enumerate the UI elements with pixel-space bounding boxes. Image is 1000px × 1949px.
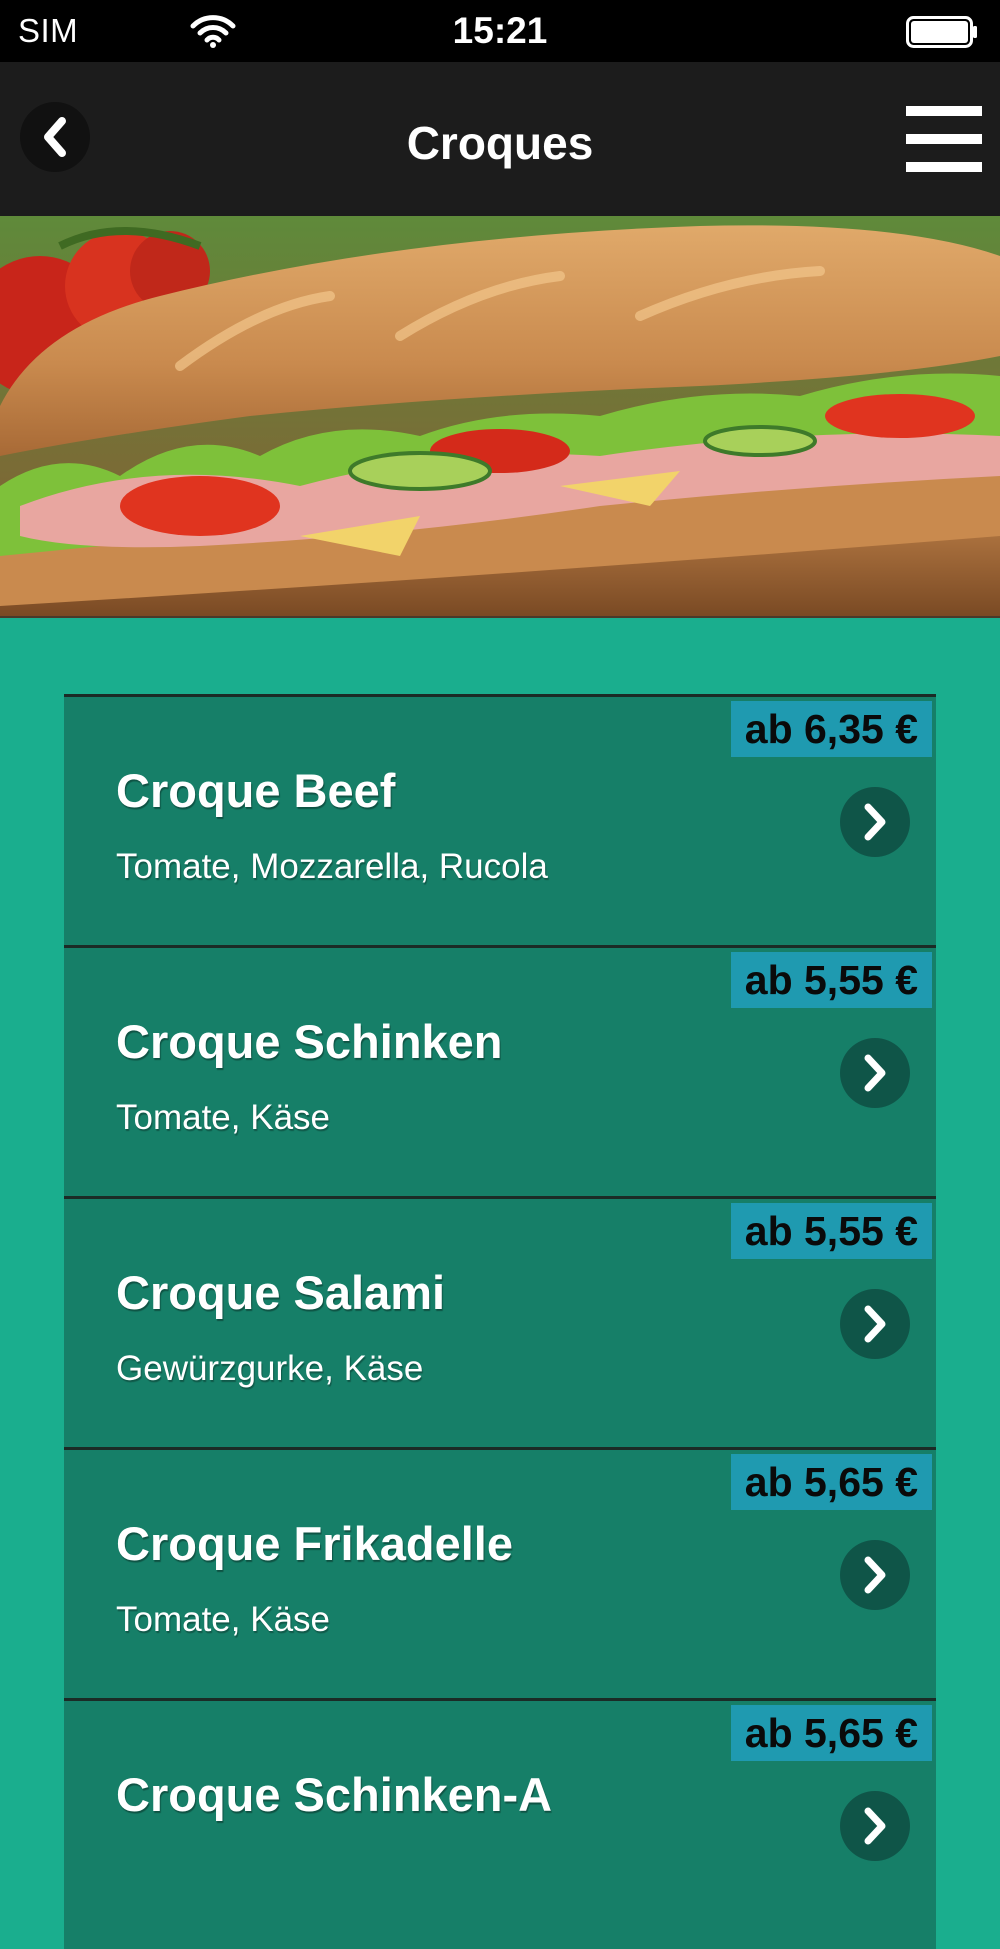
- price-badge: ab 5,55 €: [730, 952, 932, 1008]
- product-name: Croque Schinken-A: [116, 1768, 553, 1821]
- product-item-croque-schinken[interactable]: ab 5,55 € Croque Schinken Tomate, Käse: [64, 945, 936, 1196]
- status-bar: SIM 15:21: [0, 0, 1000, 62]
- price-badge: ab 5,65 €: [730, 1454, 932, 1510]
- open-product-button[interactable]: [840, 1289, 910, 1359]
- product-name: Croque Salami: [116, 1266, 446, 1319]
- menu-bar-icon: [906, 162, 982, 172]
- product-name: Croque Frikadelle: [116, 1517, 513, 1570]
- price-badge: ab 5,65 €: [730, 1705, 932, 1761]
- hero-image: [0, 216, 1000, 618]
- baguette-sandwich-photo: [0, 216, 1000, 616]
- menu-bar-icon: [906, 134, 982, 144]
- price-badge: ab 5,55 €: [730, 1203, 932, 1259]
- product-list: ab 6,35 € Croque Beef Tomate, Mozzarella…: [64, 694, 936, 1949]
- product-item-croque-frikadelle[interactable]: ab 5,65 € Croque Frikadelle Tomate, Käse: [64, 1447, 936, 1698]
- product-name: Croque Schinken: [116, 1015, 503, 1068]
- open-product-button[interactable]: [840, 1540, 910, 1610]
- navigation-bar: Croques: [0, 62, 1000, 216]
- chevron-right-icon: [864, 1305, 886, 1343]
- product-item-croque-salami[interactable]: ab 5,55 € Croque Salami Gewürzgurke, Käs…: [64, 1196, 936, 1447]
- product-item-croque-schinken-a[interactable]: ab 5,65 € Croque Schinken-A: [64, 1698, 936, 1949]
- price-badge: ab 6,35 €: [730, 701, 932, 757]
- open-product-button[interactable]: [840, 1038, 910, 1108]
- hamburger-menu-button[interactable]: [906, 106, 982, 172]
- chevron-right-icon: [864, 1556, 886, 1594]
- product-description: Tomate, Käse: [116, 1600, 330, 1639]
- clock: 15:21: [452, 10, 548, 51]
- menu-bar-icon: [906, 106, 982, 116]
- product-description: Tomate, Käse: [116, 1098, 330, 1137]
- chevron-right-icon: [864, 1807, 886, 1845]
- product-description: Gewürzgurke, Käse: [116, 1349, 424, 1388]
- page-title: Croques: [406, 117, 594, 169]
- battery-full-icon: [906, 16, 978, 48]
- product-description: Tomate, Mozzarella, Rucola: [116, 847, 548, 886]
- product-name: Croque Beef: [116, 764, 396, 817]
- chevron-right-icon: [864, 803, 886, 841]
- chevron-right-icon: [864, 1054, 886, 1092]
- product-item-croque-beef[interactable]: ab 6,35 € Croque Beef Tomate, Mozzarella…: [64, 694, 936, 945]
- open-product-button[interactable]: [840, 1791, 910, 1861]
- open-product-button[interactable]: [840, 787, 910, 857]
